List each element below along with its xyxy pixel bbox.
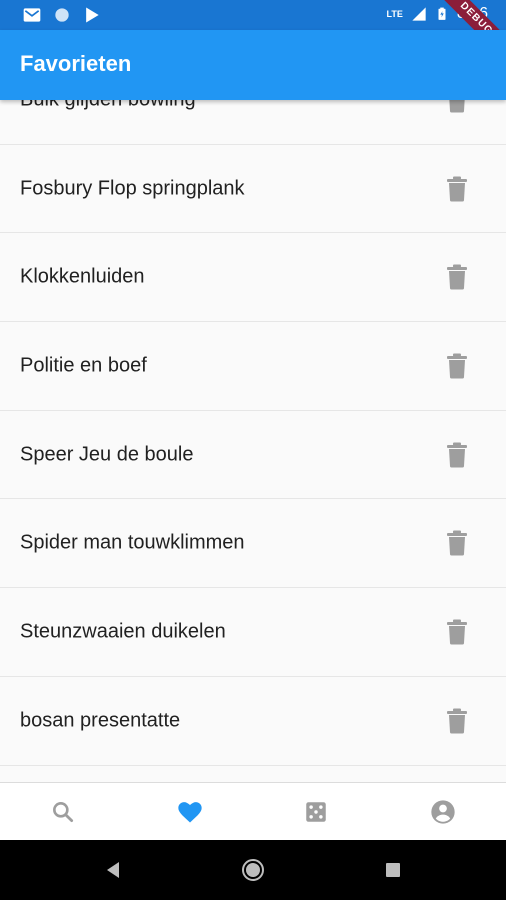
status-bar: LTE 8:36 DEBUG — [0, 0, 506, 68]
favorite-label: bosan presentatte — [20, 709, 181, 732]
delete-button[interactable] — [444, 442, 470, 468]
search-icon — [53, 801, 74, 822]
favorite-label: Steunzwaaien duikelen — [20, 620, 226, 643]
page-title: Favorieten — [20, 51, 132, 76]
system-navigation-bar — [0, 840, 506, 900]
trash-icon — [447, 708, 467, 734]
trash-icon — [449, 100, 465, 113]
trash-icon — [447, 353, 467, 379]
home-icon[interactable] — [241, 858, 265, 882]
lte-label: LTE — [386, 9, 403, 19]
trash-icon — [447, 442, 467, 468]
trash-icon — [447, 619, 467, 645]
favorite-label: Spider man touwklimmen — [20, 531, 245, 554]
app-bar: Favorieten — [0, 30, 506, 100]
list-item[interactable]: Fosbury Flop springplank — [0, 145, 506, 234]
play-store-icon — [86, 7, 99, 23]
gmail-icon — [23, 8, 41, 22]
account-icon — [431, 799, 455, 824]
nav-favorites[interactable] — [127, 783, 254, 840]
delete-button[interactable] — [444, 353, 470, 379]
delete-button[interactable] — [444, 530, 470, 556]
bottom-navigation — [0, 782, 506, 840]
nav-dice[interactable] — [253, 783, 380, 840]
back-icon[interactable] — [101, 858, 125, 882]
delete-button[interactable] — [444, 176, 470, 202]
heart-icon — [178, 801, 202, 822]
list-item[interactable]: Steunzwaaien duikelen — [0, 588, 506, 677]
delete-button[interactable] — [444, 708, 470, 734]
battery-icon — [438, 7, 446, 20]
favorites-list[interactable]: Buik glijden bowling Fosbury Flop springp… — [0, 100, 506, 782]
app-screen: LTE 8:36 DEBUG Favorieten Buik glijden b… — [0, 0, 506, 900]
list-item[interactable]: bosan presentatte — [0, 677, 506, 766]
delete-button[interactable] — [444, 100, 470, 113]
trash-icon — [447, 530, 467, 556]
favorite-label: Speer Jeu de boule — [20, 443, 194, 466]
circle-notification-icon — [55, 8, 69, 22]
list-item[interactable]: Klokkenluiden — [0, 233, 506, 323]
list-item[interactable]: Speer Jeu de boule — [0, 411, 506, 500]
favorite-label: Buik glijden bowling — [20, 100, 196, 111]
notification-icons — [22, 5, 102, 25]
list-item[interactable]: Buik glijden bowling — [0, 100, 506, 145]
list-item[interactable]: Politie en boef — [0, 322, 506, 411]
recents-icon[interactable] — [381, 858, 405, 882]
favorite-label: Klokkenluiden — [20, 265, 145, 288]
signal-icon — [412, 7, 426, 21]
dice-icon — [306, 801, 326, 822]
favorite-label: Politie en boef — [20, 354, 147, 377]
trash-icon — [447, 176, 467, 202]
list-item[interactable]: Spider man touwklimmen — [0, 499, 506, 589]
delete-button[interactable] — [444, 264, 470, 290]
favorites-list-inner: Buik glijden bowling Fosbury Flop springp… — [0, 100, 506, 766]
delete-button[interactable] — [444, 619, 470, 645]
nav-search[interactable] — [0, 783, 127, 840]
favorite-label: Fosbury Flop springplank — [20, 177, 245, 200]
nav-account[interactable] — [380, 783, 506, 840]
trash-icon — [447, 264, 467, 290]
